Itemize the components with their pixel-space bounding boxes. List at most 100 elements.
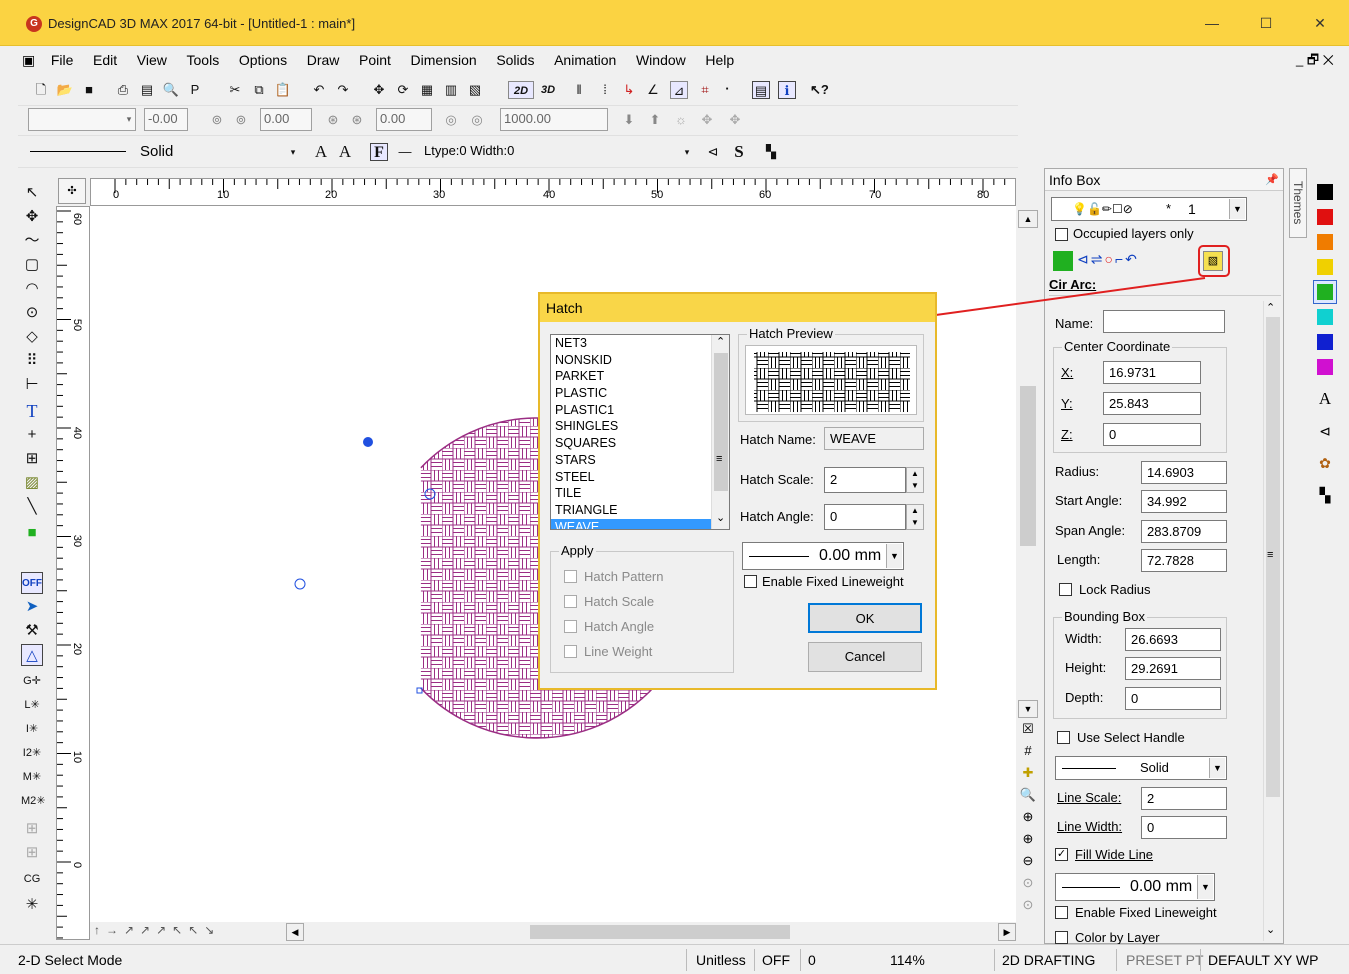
line-icon[interactable]: 〜 xyxy=(21,230,43,252)
list-item[interactable]: STARS xyxy=(551,452,729,469)
print-icon[interactable]: ⎙ xyxy=(114,81,132,99)
cut-icon[interactable]: ✂ xyxy=(226,81,244,99)
scroll-right-button[interactable]: ▶ xyxy=(998,923,1016,941)
z-coordinate-field[interactable]: 0.00 xyxy=(376,108,432,131)
menu-solids[interactable]: Solids xyxy=(488,46,542,74)
menu-view[interactable]: View xyxy=(129,46,175,74)
chevron-down-icon[interactable]: ▾ xyxy=(284,143,302,161)
list-item[interactable]: TRIANGLE xyxy=(551,502,729,519)
circle-icon[interactable]: ⊙ xyxy=(21,302,43,324)
list-item[interactable]: PARKET xyxy=(551,368,729,385)
pan2-icon[interactable]: ✥ xyxy=(726,111,744,129)
apply-hatch-scale-checkbox[interactable] xyxy=(564,595,577,608)
close-button[interactable]: ✕ xyxy=(1293,0,1347,46)
grid-snap-icon[interactable]: G✛ xyxy=(21,670,43,692)
menu-edit[interactable]: Edit xyxy=(85,46,125,74)
intersect-snap-icon[interactable]: I✳ xyxy=(21,718,43,740)
color-swatch-yellow[interactable] xyxy=(1317,259,1333,275)
info-icon[interactable]: ℹ xyxy=(778,81,796,99)
text-size-down-icon[interactable]: A xyxy=(336,143,354,161)
hatch-icon[interactable]: ▨ xyxy=(21,472,43,494)
chevron-down-icon[interactable]: ⌄ xyxy=(1266,923,1275,936)
magic-wand-icon[interactable]: ⚒ xyxy=(21,620,43,642)
group-icon[interactable]: ⊞ xyxy=(21,448,43,470)
x-input[interactable]: 16.9731 xyxy=(1103,361,1201,384)
zoom-icon[interactable]: 🔍 xyxy=(1019,786,1037,804)
snap-off-icon[interactable]: OFF xyxy=(21,572,43,594)
zoom-prev-icon[interactable]: ⊙ xyxy=(1019,874,1037,892)
color-swatch-orange[interactable] xyxy=(1317,234,1333,250)
start-angle-input[interactable]: 34.992 xyxy=(1141,490,1227,513)
new-icon[interactable]: 🗋 xyxy=(32,81,50,99)
zoom2-icon[interactable]: ◎ xyxy=(468,111,486,129)
list-item[interactable]: NET3 xyxy=(551,335,729,352)
radius-input[interactable]: 14.6903 xyxy=(1141,461,1227,484)
themes-tab[interactable]: Themes xyxy=(1289,168,1307,238)
layer-dropdown[interactable]: 💡🔓✏☐⊘ * 1 ▼ xyxy=(1051,197,1247,221)
line-style-label[interactable]: Solid xyxy=(140,143,173,160)
list-item[interactable]: NONSKID xyxy=(551,352,729,369)
zoom-in-icon[interactable]: ⊕ xyxy=(1019,808,1037,826)
m2-snap-icon[interactable]: M2✳ xyxy=(21,790,46,812)
length-input[interactable]: 72.7828 xyxy=(1141,549,1227,572)
down-arrow-icon[interactable]: ⬇ xyxy=(620,111,638,129)
direction-arrows-icon[interactable]: ↑→↗↗↗↖↖↘ xyxy=(94,923,284,941)
line-style-icon[interactable]: ⊲ xyxy=(1316,422,1334,440)
snap-point-icon[interactable]: ✳ xyxy=(21,894,43,916)
menu-help[interactable]: Help xyxy=(697,46,742,74)
document-icon[interactable]: ▣ xyxy=(18,46,39,74)
hatch-scale-input[interactable]: 2 xyxy=(824,467,906,493)
zoom-plus-icon[interactable]: ⊕ xyxy=(1019,830,1037,848)
pan-icon[interactable]: ✥ xyxy=(698,111,716,129)
lineweight-dropdown[interactable]: 0.00 mm ▼ xyxy=(1055,873,1215,901)
camera2-icon[interactable]: ⊛ xyxy=(348,111,366,129)
arc-handle[interactable] xyxy=(363,437,373,447)
z-input[interactable]: 0 xyxy=(1103,423,1201,446)
list-item[interactable]: PLASTIC xyxy=(551,385,729,402)
angle-icon[interactable]: ⊿ xyxy=(670,81,688,99)
list-item-selected[interactable]: WEAVE xyxy=(551,518,729,529)
pause-icon[interactable]: ‖ xyxy=(570,81,588,99)
zoom-all-icon[interactable]: ⊙ xyxy=(1019,896,1037,914)
list-scroll-thumb[interactable] xyxy=(714,353,728,491)
hatch-angle-spinner[interactable]: ▲ ▼ xyxy=(906,504,924,530)
height-input[interactable]: 29.2691 xyxy=(1125,657,1221,680)
rotate-icon[interactable]: ⟳ xyxy=(394,81,412,99)
enable-fixed-lineweight-checkbox[interactable] xyxy=(1055,906,1068,919)
menu-tools[interactable]: Tools xyxy=(179,46,228,74)
grid-icon[interactable]: # xyxy=(1019,742,1037,760)
attributes-icon[interactable]: ▚ xyxy=(762,143,780,161)
color-swatch-green[interactable] xyxy=(1317,284,1333,300)
text-icon[interactable]: T xyxy=(21,400,43,422)
box-icon[interactable]: ▢ xyxy=(21,254,43,276)
chevron-down-icon[interactable]: ▼ xyxy=(1229,199,1245,219)
print-preview-icon[interactable]: 🔍 xyxy=(162,81,180,99)
maximize-button[interactable]: ☐ xyxy=(1239,0,1293,46)
list-item[interactable]: TILE xyxy=(551,485,729,502)
x-coordinate-field[interactable]: -0.00 xyxy=(144,108,188,131)
hatch-fixed-lineweight-checkbox[interactable] xyxy=(744,575,757,588)
menu-window[interactable]: Window xyxy=(628,46,694,74)
y-coordinate-field[interactable]: 0.00 xyxy=(260,108,312,131)
line-width-input[interactable]: 0 xyxy=(1141,816,1227,839)
lock-radius-checkbox[interactable] xyxy=(1059,583,1072,596)
property-scrollbar[interactable]: ⌃ ≡ ⌄ xyxy=(1263,301,1281,941)
color-swatch-cyan[interactable] xyxy=(1317,309,1333,325)
arrow-icon[interactable]: ↳ xyxy=(620,81,638,99)
use-select-handle-checkbox[interactable] xyxy=(1057,731,1070,744)
redo-icon[interactable]: ↷ xyxy=(334,81,352,99)
depth-input[interactable]: 0 xyxy=(1125,687,1221,710)
status-workspace[interactable]: 2D DRAFTING xyxy=(1002,950,1095,970)
hatch-angle-input[interactable]: 0 xyxy=(824,504,906,530)
color-by-layer-checkbox[interactable] xyxy=(1055,931,1068,944)
entity-color-swatch[interactable] xyxy=(1053,251,1073,271)
print-setup-icon[interactable]: ▤ xyxy=(138,81,156,99)
crosshair-icon[interactable]: ✚ xyxy=(1019,764,1037,782)
zoom-out-icon[interactable]: ⊖ xyxy=(1019,852,1037,870)
list-scrollbar[interactable]: ⌃ ≡ ⌄ xyxy=(711,335,729,529)
copy-icon[interactable]: ⧉ xyxy=(250,81,268,99)
zoom-icon[interactable]: ◎ xyxy=(442,111,460,129)
snap-icon[interactable]: ∠ xyxy=(644,81,662,99)
menu-draw[interactable]: Draw xyxy=(299,46,348,74)
eye-icon[interactable]: ⊲ xyxy=(704,143,722,161)
